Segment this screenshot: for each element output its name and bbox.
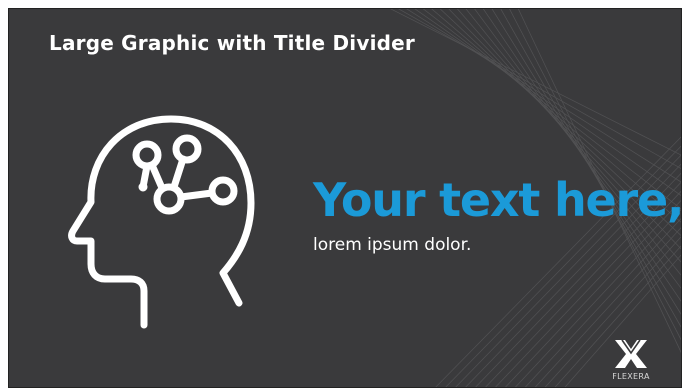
decor-line-a [482,9,681,302]
slide-title: Large Graphic with Title Divider [49,31,415,55]
decor-line-a [491,9,681,315]
decor-line-b [515,209,681,387]
decor-line-b [534,227,681,387]
subtext: lorem ipsum dolor. [313,235,472,255]
flexera-logo: FLEXERA [607,339,655,387]
decor-line-b [524,218,681,387]
headline: Your text here, [313,173,681,227]
flexera-x-icon [615,339,647,368]
logo-text: FLEXERA [612,372,650,381]
decor-line-a [406,9,681,183]
decor-line-a [474,9,681,289]
slide: Large Graphic with Title Divider Your te… [9,9,681,387]
head-network-icon [68,115,255,329]
